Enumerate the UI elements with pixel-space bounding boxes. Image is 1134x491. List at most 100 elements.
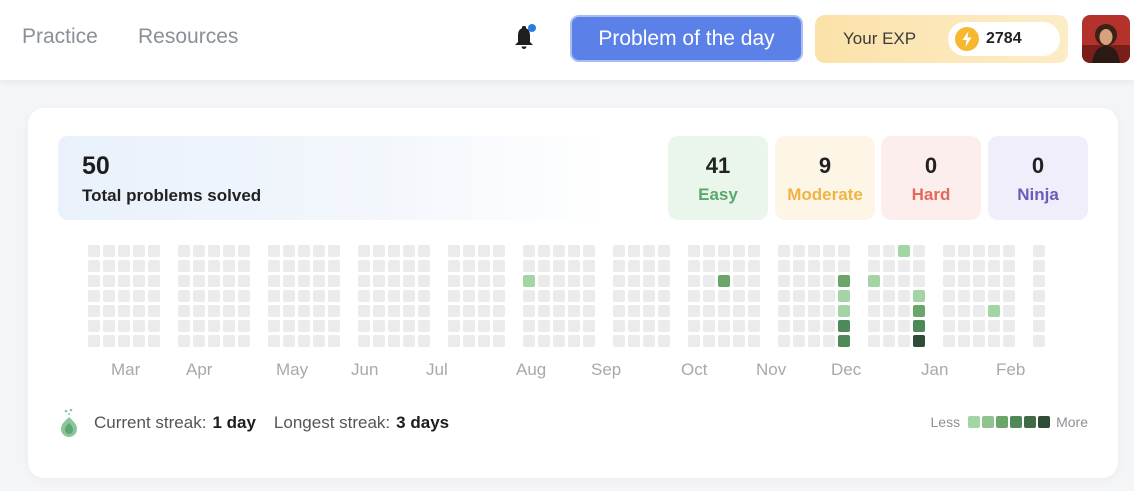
heatmap-cell[interactable]: [418, 320, 430, 332]
heatmap-cell[interactable]: [463, 245, 475, 257]
heatmap-cell[interactable]: [328, 290, 340, 302]
heatmap-cell[interactable]: [778, 260, 790, 272]
heatmap-cell[interactable]: [883, 335, 895, 347]
heatmap-cell[interactable]: [103, 290, 115, 302]
heatmap-cell[interactable]: [373, 320, 385, 332]
heatmap-cell-active[interactable]: [838, 320, 850, 332]
heatmap-cell[interactable]: [583, 320, 595, 332]
heatmap-cell[interactable]: [688, 260, 700, 272]
heatmap-cell[interactable]: [178, 335, 190, 347]
heatmap-cell[interactable]: [568, 245, 580, 257]
heatmap-cell[interactable]: [373, 290, 385, 302]
heatmap-cell[interactable]: [658, 290, 670, 302]
heatmap-cell[interactable]: [793, 260, 805, 272]
heatmap-cell[interactable]: [1033, 260, 1045, 272]
heatmap-cell[interactable]: [1033, 335, 1045, 347]
heatmap-cell[interactable]: [193, 320, 205, 332]
heatmap-cell[interactable]: [613, 290, 625, 302]
heatmap-cell[interactable]: [553, 335, 565, 347]
heatmap-cell[interactable]: [118, 245, 130, 257]
heatmap-cell[interactable]: [898, 260, 910, 272]
heatmap-cell[interactable]: [943, 305, 955, 317]
heatmap-cell[interactable]: [178, 305, 190, 317]
heatmap-cell[interactable]: [208, 305, 220, 317]
heatmap-cell[interactable]: [718, 290, 730, 302]
heatmap-cell[interactable]: [943, 335, 955, 347]
heatmap-cell[interactable]: [118, 335, 130, 347]
heatmap-cell[interactable]: [808, 320, 820, 332]
heatmap-cell[interactable]: [718, 245, 730, 257]
heatmap-cell[interactable]: [868, 245, 880, 257]
heatmap-cell[interactable]: [568, 260, 580, 272]
heatmap-cell[interactable]: [328, 275, 340, 287]
heatmap-cell[interactable]: [178, 320, 190, 332]
heatmap-cell[interactable]: [358, 245, 370, 257]
heatmap-cell[interactable]: [118, 305, 130, 317]
heatmap-cell[interactable]: [973, 305, 985, 317]
heatmap-cell[interactable]: [148, 275, 160, 287]
heatmap-cell[interactable]: [133, 335, 145, 347]
heatmap-cell[interactable]: [613, 245, 625, 257]
heatmap-cell[interactable]: [943, 320, 955, 332]
heatmap-cell[interactable]: [808, 275, 820, 287]
heatmap-cell[interactable]: [793, 245, 805, 257]
heatmap-cell[interactable]: [403, 260, 415, 272]
heatmap-cell[interactable]: [658, 275, 670, 287]
heatmap-cell[interactable]: [1003, 245, 1015, 257]
heatmap-cell[interactable]: [238, 290, 250, 302]
heatmap-cell[interactable]: [643, 320, 655, 332]
heatmap-cell[interactable]: [988, 275, 1000, 287]
heatmap-cell[interactable]: [283, 320, 295, 332]
heatmap-cell[interactable]: [958, 305, 970, 317]
heatmap-cell[interactable]: [448, 290, 460, 302]
heatmap-cell[interactable]: [103, 260, 115, 272]
heatmap-cell[interactable]: [478, 260, 490, 272]
heatmap-cell[interactable]: [418, 260, 430, 272]
heatmap-cell[interactable]: [328, 260, 340, 272]
heatmap-cell[interactable]: [538, 305, 550, 317]
heatmap-cell[interactable]: [328, 305, 340, 317]
heatmap-cell-active[interactable]: [868, 275, 880, 287]
heatmap-cell[interactable]: [373, 245, 385, 257]
heatmap-cell[interactable]: [523, 335, 535, 347]
heatmap-cell[interactable]: [298, 320, 310, 332]
heatmap-cell[interactable]: [823, 260, 835, 272]
heatmap-cell[interactable]: [613, 335, 625, 347]
heatmap-cell[interactable]: [538, 335, 550, 347]
heatmap-cell[interactable]: [358, 260, 370, 272]
heatmap-cell[interactable]: [898, 290, 910, 302]
heatmap-cell[interactable]: [733, 335, 745, 347]
heatmap-cell[interactable]: [643, 290, 655, 302]
heatmap-cell[interactable]: [373, 335, 385, 347]
heatmap-cell[interactable]: [313, 290, 325, 302]
heatmap-cell[interactable]: [523, 260, 535, 272]
heatmap-cell[interactable]: [148, 320, 160, 332]
heatmap-cell[interactable]: [778, 275, 790, 287]
heatmap-cell[interactable]: [913, 275, 925, 287]
heatmap-cell[interactable]: [748, 260, 760, 272]
heatmap-cell[interactable]: [913, 245, 925, 257]
heatmap-cell[interactable]: [778, 245, 790, 257]
heatmap-cell[interactable]: [688, 275, 700, 287]
heatmap-cell[interactable]: [583, 290, 595, 302]
heatmap-cell[interactable]: [1033, 245, 1045, 257]
heatmap-cell[interactable]: [718, 320, 730, 332]
heatmap-cell[interactable]: [703, 335, 715, 347]
heatmap-cell[interactable]: [958, 260, 970, 272]
heatmap-cell[interactable]: [313, 245, 325, 257]
heatmap-cell[interactable]: [403, 290, 415, 302]
heatmap-cell[interactable]: [733, 245, 745, 257]
heatmap-cell[interactable]: [943, 245, 955, 257]
heatmap-cell[interactable]: [193, 245, 205, 257]
heatmap-cell[interactable]: [223, 305, 235, 317]
heatmap-cell[interactable]: [793, 290, 805, 302]
heatmap-cell[interactable]: [283, 275, 295, 287]
heatmap-cell[interactable]: [403, 320, 415, 332]
heatmap-cell[interactable]: [208, 335, 220, 347]
heatmap-cell[interactable]: [988, 290, 1000, 302]
heatmap-cell[interactable]: [613, 275, 625, 287]
heatmap-cell[interactable]: [178, 275, 190, 287]
heatmap-cell[interactable]: [388, 245, 400, 257]
heatmap-cell[interactable]: [268, 275, 280, 287]
heatmap-cell[interactable]: [448, 305, 460, 317]
